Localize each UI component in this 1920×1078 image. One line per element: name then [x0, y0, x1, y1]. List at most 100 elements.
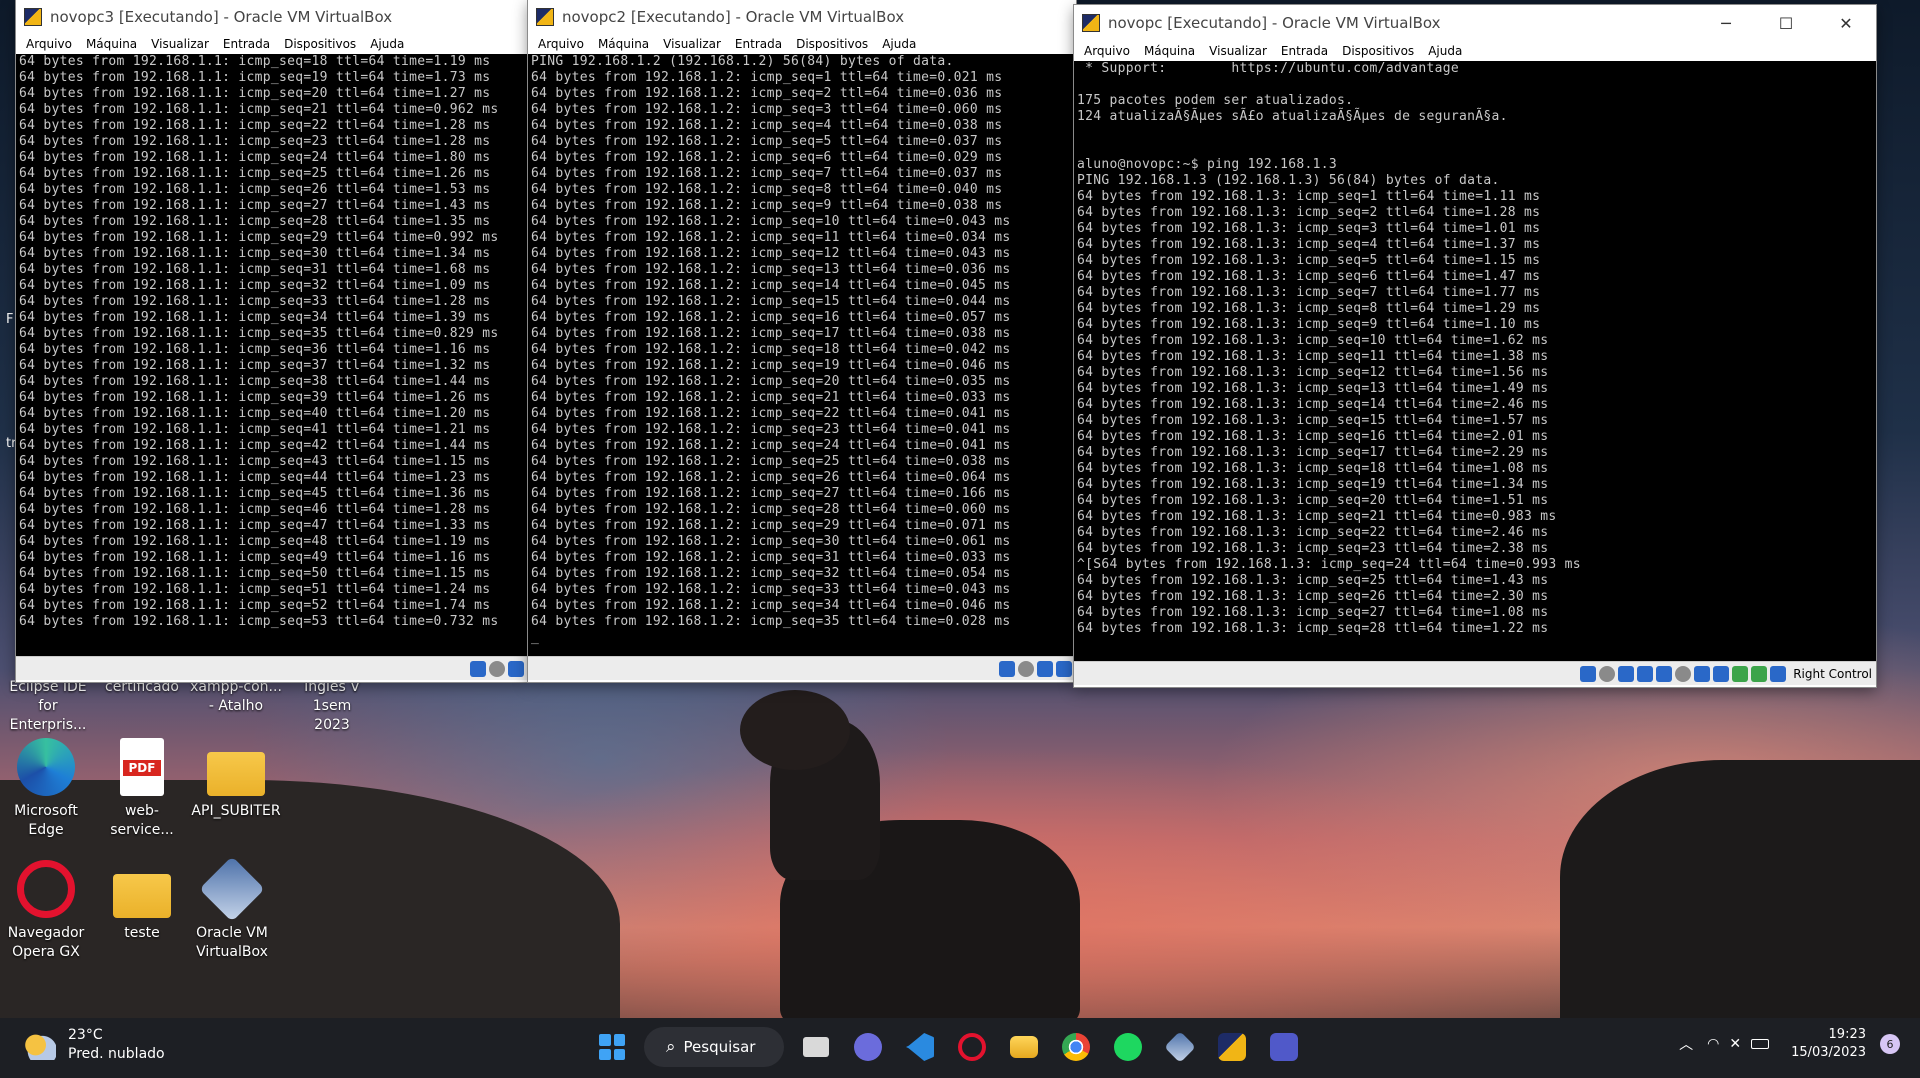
menu-visualizar[interactable]: Visualizar — [663, 37, 721, 51]
cpu-icon[interactable] — [1732, 665, 1749, 682]
network-icon[interactable] — [1037, 660, 1053, 677]
menu-ajuda[interactable]: Ajuda — [882, 37, 916, 51]
desktop-icon-xampp[interactable]: xampp-con... - Atalho — [190, 678, 282, 716]
network-icon[interactable] — [1637, 665, 1654, 682]
icon-label: Opera GX — [12, 944, 80, 960]
menu-arquivo[interactable]: Arquivo — [538, 37, 584, 51]
pdf-icon-label: PDF — [123, 760, 161, 776]
desktop-icon-eclipse[interactable]: Eclipse IDE for Enterpris... — [0, 678, 96, 735]
mouse-integration-icon[interactable] — [999, 660, 1015, 677]
vm-statusbar: Right Control — [1074, 661, 1876, 685]
vscode-icon — [906, 1033, 934, 1061]
desktop-icon-api-subiter[interactable]: API_SUBITER — [190, 738, 282, 821]
weather-description: Pred. nublado — [68, 1046, 165, 1062]
menu-arquivo[interactable]: Arquivo — [1084, 44, 1130, 58]
audio-icon[interactable] — [1618, 665, 1635, 682]
menu-maquina[interactable]: Máquina — [86, 37, 137, 51]
menu-ajuda[interactable]: Ajuda — [1428, 44, 1462, 58]
clock[interactable]: 19:23 15/03/2023 — [1791, 1026, 1866, 1062]
recording-icon[interactable] — [1713, 665, 1730, 682]
vm-window-novopc3[interactable]: novopc3 [Executando] - Oracle VM Virtual… — [16, 0, 528, 682]
notification-badge[interactable]: 6 — [1880, 1034, 1900, 1054]
virtualbox-icon — [199, 856, 265, 922]
desktop-icon-teste[interactable]: teste — [96, 860, 188, 943]
virtualbox-vm-button[interactable] — [1212, 1027, 1252, 1067]
menu-maquina[interactable]: Máquina — [1144, 44, 1195, 58]
vm-window-novopc[interactable]: novopc [Executando] - Oracle VM VirtualB… — [1074, 5, 1876, 687]
chevron-up-icon[interactable]: ︿ — [1679, 1034, 1693, 1054]
teams-button[interactable] — [1264, 1027, 1304, 1067]
clock-date: 15/03/2023 — [1791, 1045, 1866, 1060]
opera-gx-button[interactable] — [952, 1027, 992, 1067]
teams-chat-button[interactable] — [848, 1027, 888, 1067]
system-tray: ︿ ◠ ✕ 19:23 15/03/2023 6 — [1679, 1026, 1900, 1062]
search-label: Pesquisar — [683, 1038, 756, 1056]
usb-icon[interactable] — [1656, 665, 1673, 682]
menu-entrada[interactable]: Entrada — [735, 37, 782, 51]
window-titlebar[interactable]: novopc3 [Executando] - Oracle VM Virtual… — [16, 0, 528, 34]
wifi-icon[interactable]: ◠ — [1707, 1036, 1719, 1052]
virtualbox-icon — [1082, 14, 1100, 32]
window-titlebar[interactable]: novopc2 [Executando] - Oracle VM Virtual… — [528, 0, 1076, 34]
minimize-button[interactable]: ─ — [1696, 6, 1756, 40]
menu-arquivo[interactable]: Arquivo — [26, 37, 72, 51]
network-icon[interactable] — [508, 660, 524, 677]
folder-icon — [207, 752, 265, 796]
start-button[interactable] — [592, 1027, 632, 1067]
speaker-muted-icon[interactable]: ✕ — [1729, 1036, 1741, 1052]
menu-dispositivos[interactable]: Dispositivos — [1342, 44, 1414, 58]
weather-widget[interactable]: 23°C Pred. nublado — [22, 1026, 165, 1064]
virtualbox-icon — [24, 8, 42, 26]
optical-drive-icon[interactable] — [1599, 665, 1616, 682]
menu-visualizar[interactable]: Visualizar — [151, 37, 209, 51]
shared-folder-icon[interactable] — [1675, 665, 1692, 682]
vm-statusbar — [16, 656, 528, 680]
battery-icon[interactable] — [1751, 1039, 1770, 1049]
vm-terminal-screen[interactable]: * Support: https://ubuntu.com/advantage … — [1074, 61, 1876, 661]
icon-label: web-service... — [110, 803, 174, 838]
virtualbox-button[interactable] — [1160, 1027, 1200, 1067]
menu-maquina[interactable]: Máquina — [598, 37, 649, 51]
mouse-integration-icon[interactable] — [470, 660, 486, 677]
window-titlebar[interactable]: novopc [Executando] - Oracle VM VirtualB… — [1074, 5, 1876, 41]
maximize-button[interactable]: ☐ — [1756, 6, 1816, 40]
host-key-icon[interactable] — [1770, 665, 1787, 682]
chrome-button[interactable] — [1056, 1027, 1096, 1067]
menu-entrada[interactable]: Entrada — [1281, 44, 1328, 58]
window-title: novopc [Executando] - Oracle VM VirtualB… — [1108, 14, 1441, 32]
virtualbox-vm-icon — [1218, 1033, 1246, 1061]
search-box[interactable]: ⌕ Pesquisar — [644, 1027, 784, 1067]
mouse-integration-icon[interactable] — [1580, 665, 1597, 682]
window-controls: ─ ☐ ✕ — [1696, 6, 1876, 40]
vm-terminal-screen[interactable]: PING 192.168.1.2 (192.168.1.2) 56(84) by… — [528, 54, 1076, 656]
menu-entrada[interactable]: Entrada — [223, 37, 270, 51]
vm-window-novopc2[interactable]: novopc2 [Executando] - Oracle VM Virtual… — [528, 0, 1076, 682]
desktop-icon-ingles[interactable]: Inglês V 1sem 2023 — [284, 678, 380, 735]
optical-drive-icon[interactable] — [1018, 660, 1034, 677]
menu-visualizar[interactable]: Visualizar — [1209, 44, 1267, 58]
menu-dispositivos[interactable]: Dispositivos — [796, 37, 868, 51]
optical-drive-icon[interactable] — [489, 660, 505, 677]
menu-dispositivos[interactable]: Dispositivos — [284, 37, 356, 51]
desktop-icon-web-service[interactable]: PDF web-service... — [96, 738, 188, 840]
edge-icon — [17, 738, 75, 796]
file-explorer-button[interactable] — [1004, 1027, 1044, 1067]
vm-terminal-screen[interactable]: 64 bytes from 192.168.1.1: icmp_seq=18 t… — [16, 54, 528, 656]
spotify-button[interactable] — [1108, 1027, 1148, 1067]
spotify-icon — [1114, 1033, 1142, 1061]
vm-menubar: Arquivo Máquina Visualizar Entrada Dispositi… — [1074, 41, 1876, 61]
display-icon[interactable] — [1694, 665, 1711, 682]
opera-gx-icon — [958, 1033, 986, 1061]
guest-additions-icon[interactable] — [1751, 665, 1768, 682]
partly-cloudy-icon — [22, 1030, 56, 1060]
desktop-icon-edge[interactable]: Microsoft Edge — [0, 738, 92, 840]
task-view-button[interactable] — [796, 1027, 836, 1067]
close-button[interactable]: ✕ — [1816, 6, 1876, 40]
menu-ajuda[interactable]: Ajuda — [370, 37, 404, 51]
window-title: novopc2 [Executando] - Oracle VM Virtual… — [562, 8, 905, 26]
vscode-button[interactable] — [900, 1027, 940, 1067]
wallpaper-rock-left — [0, 780, 620, 1020]
display-icon[interactable] — [1056, 660, 1072, 677]
desktop-icon-opera-gx[interactable]: Navegador Opera GX — [0, 860, 92, 962]
desktop-icon-virtualbox[interactable]: Oracle VM VirtualBox — [186, 856, 278, 962]
